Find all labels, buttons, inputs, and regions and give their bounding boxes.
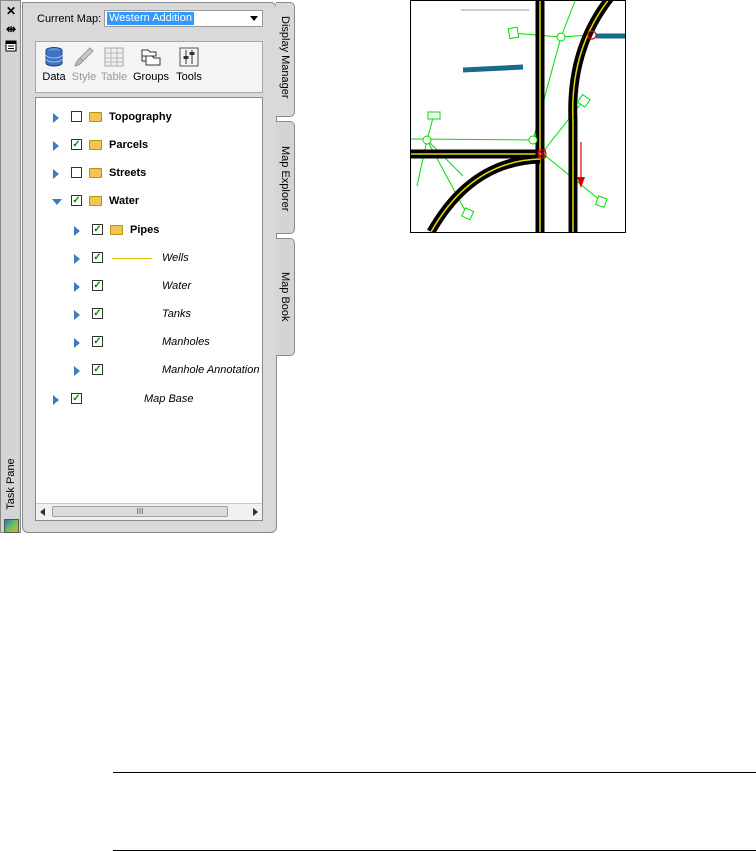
table-icon — [104, 47, 124, 67]
current-map-select[interactable]: Western Addition — [104, 10, 263, 27]
line-style-swatch — [112, 258, 152, 259]
tree-item-label: Manholes — [162, 336, 210, 348]
layer-checkbox[interactable] — [71, 167, 82, 178]
tree-item-tanks[interactable]: ✓ Tanks — [74, 305, 262, 323]
layer-checkbox[interactable]: ✓ — [92, 252, 103, 263]
table-button[interactable]: Table — [99, 46, 129, 92]
layer-checkbox[interactable] — [71, 111, 82, 122]
layer-checkbox[interactable]: ✓ — [71, 195, 82, 206]
folder-icon — [89, 112, 102, 122]
expand-arrow-icon[interactable] — [74, 226, 80, 236]
tools-icon — [179, 47, 199, 67]
tree-item-label: Wells — [162, 252, 189, 264]
tab-map-explorer[interactable]: Map Explorer — [276, 121, 295, 234]
map-drawing — [411, 1, 625, 232]
tree-item-wells[interactable]: ✓ Wells — [74, 249, 262, 267]
tree-item-manholes[interactable]: ✓ Manholes — [74, 333, 262, 351]
tree-item-streets[interactable]: Streets — [53, 164, 258, 182]
map-app-icon[interactable] — [4, 519, 19, 533]
tree-item-manhole-annotation[interactable]: ✓ Manhole Annotation — [74, 361, 262, 379]
tree-item-label: Topography — [109, 111, 172, 123]
layer-checkbox[interactable]: ✓ — [71, 393, 82, 404]
database-icon — [45, 47, 63, 67]
expand-arrow-icon[interactable] — [74, 366, 80, 376]
properties-icon[interactable] — [4, 40, 18, 54]
layer-checkbox[interactable]: ✓ — [92, 308, 103, 319]
expand-arrow-icon[interactable] — [74, 310, 80, 320]
close-icon[interactable]: ✕ — [4, 4, 18, 18]
tree-item-water-group[interactable]: ✓ Water — [52, 192, 258, 210]
expand-arrow-icon[interactable] — [53, 169, 59, 179]
tree-item-water-layer[interactable]: ✓ Water — [74, 277, 262, 295]
chevron-down-icon — [250, 16, 258, 21]
expand-arrow-icon[interactable] — [74, 338, 80, 348]
tools-button[interactable]: Tools — [174, 46, 204, 92]
scroll-left-icon[interactable] — [40, 508, 45, 516]
tab-map-book[interactable]: Map Book — [276, 238, 295, 356]
data-button[interactable]: Data — [40, 46, 68, 92]
layer-checkbox[interactable]: ✓ — [71, 139, 82, 150]
display-manager-toolbar: Data Style Table Groups Tools — [35, 41, 263, 93]
tree-item-topography[interactable]: Topography — [53, 108, 258, 126]
water-main — [462, 64, 524, 73]
style-button[interactable]: Style — [70, 46, 98, 92]
current-map-label: Current Map: — [37, 13, 102, 25]
expand-arrow-icon[interactable] — [53, 395, 59, 405]
tree-item-label: Pipes — [130, 224, 160, 236]
task-pane-strip: ✕ ⇹ Task Pane — [0, 0, 21, 533]
tree-item-label: Parcels — [109, 139, 149, 151]
tree-item-label: Map Base — [144, 393, 194, 405]
tree-item-label: Water — [162, 280, 192, 292]
tab-display-manager[interactable]: Display Manager — [276, 2, 295, 117]
collapse-arrow-icon[interactable] — [52, 199, 62, 205]
expand-arrow-icon[interactable] — [74, 282, 80, 292]
expand-arrow-icon[interactable] — [74, 254, 80, 264]
folder-icon — [110, 225, 123, 235]
tree-item-label: Manhole Annotation — [162, 364, 260, 376]
folder-icon — [89, 140, 102, 150]
tree-item-pipes[interactable]: ✓ Pipes — [74, 221, 262, 239]
task-pane-label: Task Pane — [5, 458, 17, 510]
layer-checkbox[interactable]: ✓ — [92, 336, 103, 347]
map-viewport[interactable] — [410, 0, 626, 233]
display-manager-panel: Current Map: Western Addition Data Style — [22, 2, 277, 533]
tree-item-label: Water — [109, 195, 140, 207]
divider-line — [113, 772, 756, 773]
autohide-icon[interactable]: ⇹ — [4, 22, 18, 36]
brush-icon — [74, 47, 94, 67]
layer-checkbox[interactable]: ✓ — [92, 280, 103, 291]
layer-checkbox[interactable]: ✓ — [92, 224, 103, 235]
layer-checkbox[interactable]: ✓ — [92, 364, 103, 375]
tree-item-map-base[interactable]: ✓ Map Base — [53, 390, 258, 408]
expand-arrow-icon[interactable] — [53, 113, 59, 123]
selected-features — [537, 30, 597, 159]
groups-icon — [141, 49, 161, 66]
tree-item-label: Streets — [109, 167, 147, 179]
folder-icon — [89, 196, 102, 206]
current-map-value: Western Addition — [107, 12, 194, 25]
horizontal-scrollbar[interactable]: III — [36, 503, 262, 520]
tree-item-parcels[interactable]: ✓ Parcels — [53, 136, 258, 154]
tree-item-label: Tanks — [162, 308, 191, 320]
scroll-right-icon[interactable] — [253, 508, 258, 516]
layer-tree: Topography ✓ Parcels Streets ✓ Water ✓ P… — [35, 97, 263, 521]
groups-button[interactable]: Groups — [132, 46, 170, 92]
expand-arrow-icon[interactable] — [53, 141, 59, 151]
folder-icon — [89, 168, 102, 178]
scroll-thumb[interactable]: III — [52, 506, 228, 517]
